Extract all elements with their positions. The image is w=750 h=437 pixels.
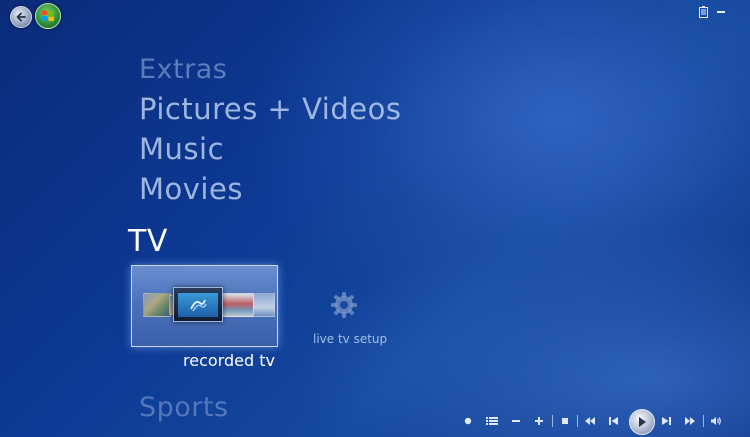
recorded-tv-thumbnail [143, 293, 171, 317]
fast-forward-icon [685, 417, 695, 425]
minimize-button[interactable] [714, 4, 728, 18]
fast-forward-button[interactable] [682, 413, 698, 429]
transport-divider [552, 415, 553, 427]
transport-controls [456, 408, 746, 435]
channel-down-button[interactable] [508, 413, 524, 429]
skip-back-icon [609, 417, 618, 425]
play-button[interactable] [629, 409, 655, 435]
play-icon [639, 417, 646, 427]
minimize-icon [717, 11, 725, 13]
skip-forward-button[interactable] [658, 413, 674, 429]
recorded-tv-label: recorded tv [183, 351, 275, 370]
windows-start-orb-icon [42, 10, 54, 22]
recorded-tv-thumbnail-selected [173, 287, 223, 322]
record-icon [464, 417, 472, 425]
back-button[interactable] [10, 6, 32, 28]
channel-up-button[interactable] [531, 413, 547, 429]
minus-icon [512, 420, 520, 422]
recorded-tv-thumbnail [222, 293, 254, 317]
menu-item-pictures-videos[interactable]: Pictures + Videos [139, 95, 401, 124]
rewind-button[interactable] [582, 413, 598, 429]
recorded-tv-thumbnail [253, 293, 275, 317]
volume-button[interactable] [708, 413, 724, 429]
battery-icon [699, 6, 708, 18]
stop-icon [562, 418, 568, 424]
list-icon [486, 417, 498, 425]
plus-icon [535, 417, 543, 425]
menu-item-extras[interactable]: Extras [139, 56, 227, 83]
live-tv-setup-label[interactable]: live tv setup [313, 332, 387, 346]
recorded-tv-tile[interactable] [131, 265, 278, 347]
windows-start-button[interactable] [35, 3, 61, 29]
transport-divider [703, 415, 704, 427]
menu-item-movies[interactable]: Movies [139, 175, 243, 204]
menu-item-music[interactable]: Music [139, 135, 224, 164]
menu-item-tv[interactable]: TV [128, 227, 168, 257]
back-arrow-icon [16, 12, 26, 22]
guide-button[interactable] [484, 413, 500, 429]
volume-icon [711, 417, 721, 425]
stop-button[interactable] [557, 413, 573, 429]
skip-forward-icon [662, 417, 671, 425]
menu-item-sports[interactable]: Sports [139, 394, 229, 421]
transport-divider [577, 415, 578, 427]
rewind-icon [585, 417, 595, 425]
gear-icon[interactable] [328, 289, 360, 321]
record-button[interactable] [460, 413, 476, 429]
tv-wave-icon [190, 299, 207, 311]
skip-back-button[interactable] [606, 413, 622, 429]
